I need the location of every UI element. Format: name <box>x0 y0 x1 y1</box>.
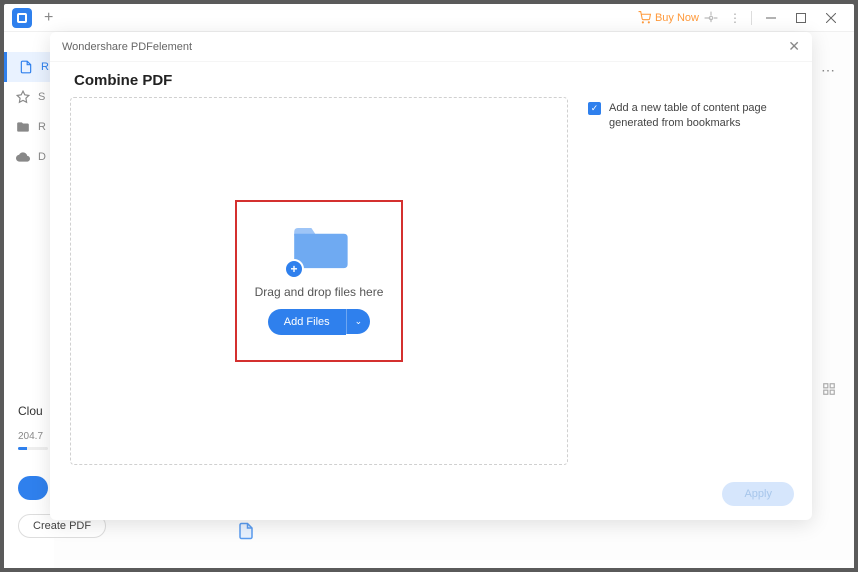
document-icon <box>19 60 33 74</box>
sidebar-item-folder[interactable]: R <box>4 112 54 142</box>
add-tab-button[interactable]: + <box>44 9 53 27</box>
modal-header: Wondershare PDFelement ✕ <box>50 32 812 62</box>
app-icon <box>12 8 32 28</box>
cloud-storage-label: Clou <box>18 404 43 418</box>
toc-checkbox[interactable]: ✓ <box>588 102 601 115</box>
star-icon <box>16 90 30 104</box>
titlebar: + Buy Now ⋮ <box>4 4 854 32</box>
grid-view-icon[interactable] <box>822 382 836 396</box>
close-button[interactable] <box>816 6 846 30</box>
modal-app-name: Wondershare PDFelement <box>62 41 192 53</box>
upgrade-button[interactable] <box>18 476 48 500</box>
file-dropzone[interactable]: + Drag and drop files here Add Files ⌄ <box>70 97 568 465</box>
buy-now-label: Buy Now <box>655 12 699 24</box>
sidebar-item-recent[interactable]: R <box>4 52 54 82</box>
folder-icon <box>16 120 30 134</box>
sidebar-label: S <box>38 91 45 103</box>
maximize-button[interactable] <box>786 6 816 30</box>
modal-close-button[interactable]: ✕ <box>788 38 800 55</box>
more-icon[interactable]: ⋮ <box>723 6 747 30</box>
file-thumbnail[interactable] <box>237 520 255 542</box>
settings-icon[interactable] <box>699 6 723 30</box>
options-panel: ✓ Add a new table of content page genera… <box>588 97 792 465</box>
more-dots-icon[interactable]: ⋯ <box>821 62 836 79</box>
folder-graphic: + <box>290 228 348 275</box>
combine-pdf-modal: Wondershare PDFelement ✕ Combine PDF + D… <box>50 32 812 520</box>
cart-icon <box>638 11 651 24</box>
add-files-dropdown[interactable]: ⌄ <box>346 309 371 334</box>
sidebar-item-cloud[interactable]: D <box>4 142 54 172</box>
toc-checkbox-label: Add a new table of content page generate… <box>609 101 792 132</box>
highlight-box: + Drag and drop files here Add Files ⌄ <box>235 200 403 362</box>
cloud-icon <box>16 150 30 164</box>
buy-now-button[interactable]: Buy Now <box>638 11 699 24</box>
drop-text: Drag and drop files here <box>255 285 384 299</box>
apply-button[interactable]: Apply <box>722 482 794 506</box>
sidebar-item-starred[interactable]: S <box>4 82 54 112</box>
add-files-button[interactable]: Add Files <box>268 309 346 335</box>
modal-title: Combine PDF <box>50 62 812 97</box>
storage-size: 204.7 <box>18 431 43 442</box>
sidebar-label: R <box>38 121 46 133</box>
minimize-button[interactable] <box>756 6 786 30</box>
sidebar-label: D <box>38 151 46 163</box>
storage-progress <box>18 447 48 450</box>
plus-badge-icon: + <box>284 259 304 279</box>
sidebar-label: R <box>41 61 49 73</box>
